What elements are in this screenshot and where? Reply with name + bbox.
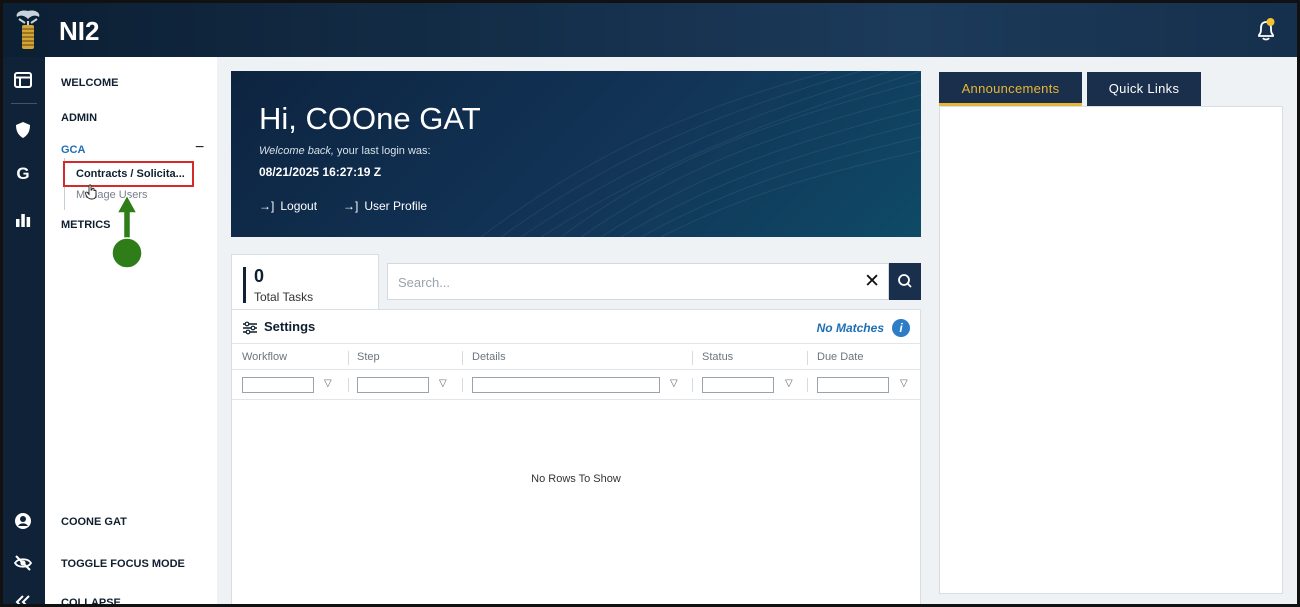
column-divider xyxy=(692,378,693,392)
filter-input-details[interactable] xyxy=(472,377,660,393)
sliders-icon xyxy=(243,321,257,334)
app-logo-icon xyxy=(16,10,40,49)
tab-quick-links[interactable]: Quick Links xyxy=(1087,72,1201,106)
double-chevron-left-icon[interactable] xyxy=(12,591,34,607)
notification-bell-icon[interactable] xyxy=(1255,17,1277,43)
settings-label: Settings xyxy=(264,319,316,334)
side-nav: WELCOME ADMIN GCA − Contracts / Solicita… xyxy=(45,57,217,604)
logout-link[interactable]: →] Logout xyxy=(259,199,317,213)
logout-arrow-icon: →] xyxy=(259,199,275,213)
column-header-workflow[interactable]: Workflow xyxy=(242,351,287,363)
tasks-grid: Settings No Matches i Workflow Step Deta… xyxy=(231,309,921,604)
shield-icon[interactable] xyxy=(12,119,34,141)
filter-icon[interactable]: ▽ xyxy=(439,378,447,389)
column-divider xyxy=(807,378,808,392)
filter-icon[interactable]: ▽ xyxy=(785,378,793,389)
logout-label: Logout xyxy=(280,199,318,213)
top-bar: NI2 xyxy=(3,3,1297,57)
user-profile-label: User Profile xyxy=(364,199,428,213)
filter-icon[interactable]: ▽ xyxy=(324,378,332,389)
total-tasks-tab[interactable]: 0 Total Tasks xyxy=(231,254,379,309)
layout-icon[interactable] xyxy=(12,69,34,91)
app-window: NI2 G WELCOME ADMIN GCA − Contracts / So… xyxy=(0,0,1300,607)
search-button-icon[interactable] xyxy=(889,263,921,300)
nav-item-welcome[interactable]: WELCOME xyxy=(61,77,118,89)
user-circle-icon[interactable] xyxy=(12,510,34,532)
nav-item-gca[interactable]: GCA xyxy=(61,144,85,156)
column-divider xyxy=(692,351,693,365)
filter-icon[interactable]: ▽ xyxy=(670,378,678,389)
nav-item-collapse[interactable]: COLLAPSE xyxy=(61,597,121,604)
search-input[interactable] xyxy=(398,273,838,291)
column-divider xyxy=(462,378,463,392)
column-header-due-date[interactable]: Due Date xyxy=(817,351,863,363)
announcements-panel xyxy=(939,106,1283,594)
column-header-status[interactable]: Status xyxy=(702,351,733,363)
filter-input-step[interactable] xyxy=(357,377,429,393)
profile-arrow-icon: →] xyxy=(343,199,359,213)
column-divider xyxy=(462,351,463,365)
annotation-arrow-icon xyxy=(111,193,143,269)
column-divider xyxy=(807,351,808,365)
tab-announcements[interactable]: Announcements xyxy=(939,72,1082,106)
last-login-datetime: 08/21/2025 16:27:19 Z xyxy=(259,165,382,179)
column-header-details[interactable]: Details xyxy=(472,351,506,363)
column-divider xyxy=(348,351,349,365)
column-header-step[interactable]: Step xyxy=(357,351,380,363)
no-matches-label: No Matches xyxy=(816,321,884,335)
filter-input-due-date[interactable] xyxy=(817,377,889,393)
filter-icon[interactable]: ▽ xyxy=(900,378,908,389)
last-login-label: your last login was: xyxy=(334,145,431,157)
nav-subitem-contracts-label: Contracts / Solicita... xyxy=(76,168,185,180)
welcome-banner: Hi, COOne GAT Welcome back, your last lo… xyxy=(231,71,921,237)
last-login-caption: Welcome back, your last login was: xyxy=(259,145,431,157)
filter-input-workflow[interactable] xyxy=(242,377,314,393)
welcome-back-text: Welcome back, xyxy=(259,145,334,157)
nav-item-admin[interactable]: ADMIN xyxy=(61,112,97,124)
user-profile-link[interactable]: →] User Profile xyxy=(343,199,427,213)
column-divider xyxy=(348,378,349,392)
nav-item-metrics[interactable]: METRICS xyxy=(61,219,111,231)
rail-divider xyxy=(11,103,37,104)
collapse-gca-toggle[interactable]: − xyxy=(195,139,204,157)
greeting-title: Hi, COOne GAT xyxy=(259,101,481,136)
grid-settings-button[interactable]: Settings xyxy=(242,319,315,335)
nav-subitem-contracts[interactable]: Contracts / Solicita... xyxy=(63,161,194,187)
app-title: NI2 xyxy=(59,16,100,46)
tasks-accent-bar xyxy=(243,267,246,303)
bar-chart-icon[interactable] xyxy=(12,209,34,231)
g-icon[interactable]: G xyxy=(12,163,34,185)
empty-grid-message: No Rows To Show xyxy=(531,473,621,485)
task-search: ✕ xyxy=(387,263,889,300)
nav-item-toggle-focus[interactable]: TOGGLE FOCUS MODE xyxy=(61,558,185,570)
hand-cursor-icon xyxy=(85,184,97,200)
nav-item-user[interactable]: COONE GAT xyxy=(61,516,127,528)
eye-slash-icon[interactable] xyxy=(12,552,34,574)
filter-input-status[interactable] xyxy=(702,377,774,393)
grid-header-row: Workflow Step Details Status Due Date xyxy=(232,343,920,370)
total-tasks-count: 0 xyxy=(254,266,265,286)
total-tasks-label: Total Tasks xyxy=(254,290,314,304)
grid-filter-row: ▽ ▽ ▽ ▽ ▽ xyxy=(232,370,920,400)
info-icon[interactable]: i xyxy=(892,319,910,337)
clear-search-icon[interactable]: ✕ xyxy=(864,270,880,293)
icon-rail: G xyxy=(3,57,45,607)
